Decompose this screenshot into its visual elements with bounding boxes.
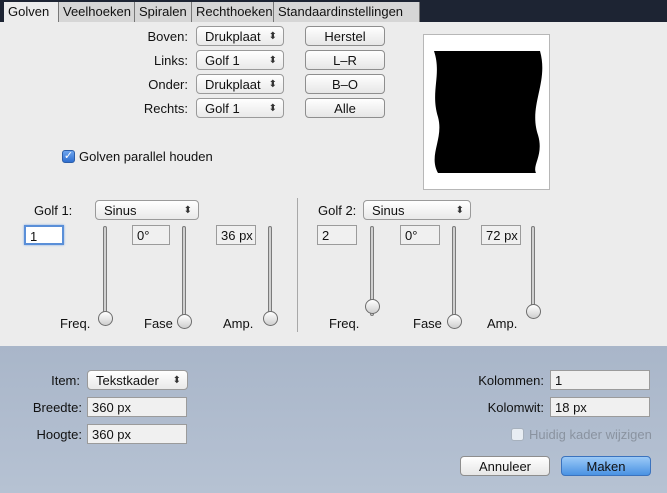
updown-arrows-icon: ⬍: [268, 103, 277, 114]
top-edge-value: Drukplaat: [205, 29, 261, 44]
right-edge-popup[interactable]: Golf 1 ⬍: [196, 98, 284, 118]
updown-arrows-icon: ⬍: [268, 55, 277, 66]
wave1-freq-slider-knob[interactable]: [98, 311, 113, 326]
item-type-popup[interactable]: Tekstkader ⬍: [87, 370, 188, 390]
tab-standaardinstellingen[interactable]: Standaardinstellingen: [274, 2, 420, 22]
wave2-type-popup[interactable]: Sinus ⬍: [363, 200, 471, 220]
wave2-amp-slider-knob[interactable]: [526, 304, 541, 319]
make-button[interactable]: Maken: [561, 456, 651, 476]
left-edge-label: Links:: [154, 53, 188, 68]
top-edge-popup[interactable]: Drukplaat ⬍: [196, 26, 284, 46]
tab-golven[interactable]: Golven: [4, 2, 59, 22]
waves-panel: [0, 22, 667, 346]
gutter-label: Kolomwit:: [487, 400, 544, 415]
wave2-freq-slider-knob[interactable]: [365, 299, 380, 314]
bo-button[interactable]: B–O: [305, 74, 385, 94]
wave1-label: Golf 1:: [34, 203, 73, 218]
wave1-amp-label: Amp.: [223, 316, 254, 331]
wave2-amp-field[interactable]: 72 px: [481, 225, 521, 245]
columns-label: Kolommen:: [478, 373, 544, 388]
wave2-amp-label: Amp.: [487, 316, 518, 331]
wave2-freq-label: Freq.: [329, 316, 360, 331]
wave2-type-value: Sinus: [372, 203, 405, 218]
bottom-edge-value: Drukplaat: [205, 77, 261, 92]
width-field[interactable]: 360 px: [87, 397, 187, 417]
tab-spiralen[interactable]: Spiralen: [135, 2, 192, 22]
wave1-type-popup[interactable]: Sinus ⬍: [95, 200, 199, 220]
right-edge-label: Rechts:: [143, 101, 188, 116]
wave1-amp-slider-track[interactable]: [268, 226, 272, 316]
left-edge-popup[interactable]: Golf 1 ⬍: [196, 50, 284, 70]
height-field[interactable]: 360 px: [87, 424, 187, 444]
wave-preview: [423, 34, 550, 190]
cancel-button[interactable]: Annuleer: [460, 456, 550, 476]
wave1-amp-field[interactable]: 36 px: [216, 225, 256, 245]
item-label: Item:: [51, 373, 80, 388]
top-edge-label: Boven:: [147, 29, 188, 44]
wave1-phase-slider-knob[interactable]: [177, 314, 192, 329]
wave2-amp-slider-track[interactable]: [531, 226, 535, 316]
tab-rechthoeken[interactable]: Rechthoeken: [192, 2, 274, 22]
wave-shape-preview: [434, 51, 543, 173]
wave1-amp-slider-knob[interactable]: [263, 311, 278, 326]
all-button[interactable]: Alle: [305, 98, 385, 118]
gutter-field[interactable]: 18 px: [550, 397, 650, 417]
modify-frame-label: Huidig kader wijzigen: [529, 427, 652, 442]
reset-button[interactable]: Herstel: [305, 26, 385, 46]
updown-arrows-icon: ⬍: [455, 205, 464, 216]
width-label: Breedte:: [32, 400, 82, 415]
wave2-phase-slider-track[interactable]: [452, 226, 456, 316]
updown-arrows-icon: ⬍: [268, 79, 277, 90]
updown-arrows-icon: ⬍: [183, 205, 192, 216]
parallel-checkbox[interactable]: ✓: [62, 150, 75, 163]
wave2-freq-field[interactable]: 2: [317, 225, 357, 245]
wave1-phase-label: Fase: [144, 316, 173, 331]
tab-bar: Golven Veelhoeken Spiralen Rechthoeken S…: [0, 0, 667, 22]
wave1-freq-label: Freq.: [60, 316, 91, 331]
updown-arrows-icon: ⬍: [268, 31, 277, 42]
modify-frame-checkbox[interactable]: [511, 428, 524, 441]
wave2-phase-label: Fase: [413, 316, 442, 331]
left-edge-value: Golf 1: [205, 53, 240, 68]
wave1-freq-field[interactable]: 1: [24, 225, 64, 245]
height-label: Hoogte:: [36, 427, 82, 442]
lr-button[interactable]: L–R: [305, 50, 385, 70]
updown-arrows-icon: ⬍: [172, 375, 181, 386]
wave1-phase-field[interactable]: 0°: [132, 225, 170, 245]
wave2-phase-slider-knob[interactable]: [447, 314, 462, 329]
bottom-edge-popup[interactable]: Drukplaat ⬍: [196, 74, 284, 94]
bottom-edge-label: Onder:: [148, 77, 188, 92]
item-type-value: Tekstkader: [96, 373, 159, 388]
parallel-label: Golven parallel houden: [79, 149, 213, 164]
wave1-freq-slider-track[interactable]: [103, 226, 107, 316]
tab-veelhoeken[interactable]: Veelhoeken: [59, 2, 135, 22]
columns-field[interactable]: 1: [550, 370, 650, 390]
wave2-phase-field[interactable]: 0°: [400, 225, 440, 245]
right-edge-value: Golf 1: [205, 101, 240, 116]
wave1-phase-slider-track[interactable]: [182, 226, 186, 316]
wave1-type-value: Sinus: [104, 203, 137, 218]
wave-divider: [297, 198, 298, 332]
